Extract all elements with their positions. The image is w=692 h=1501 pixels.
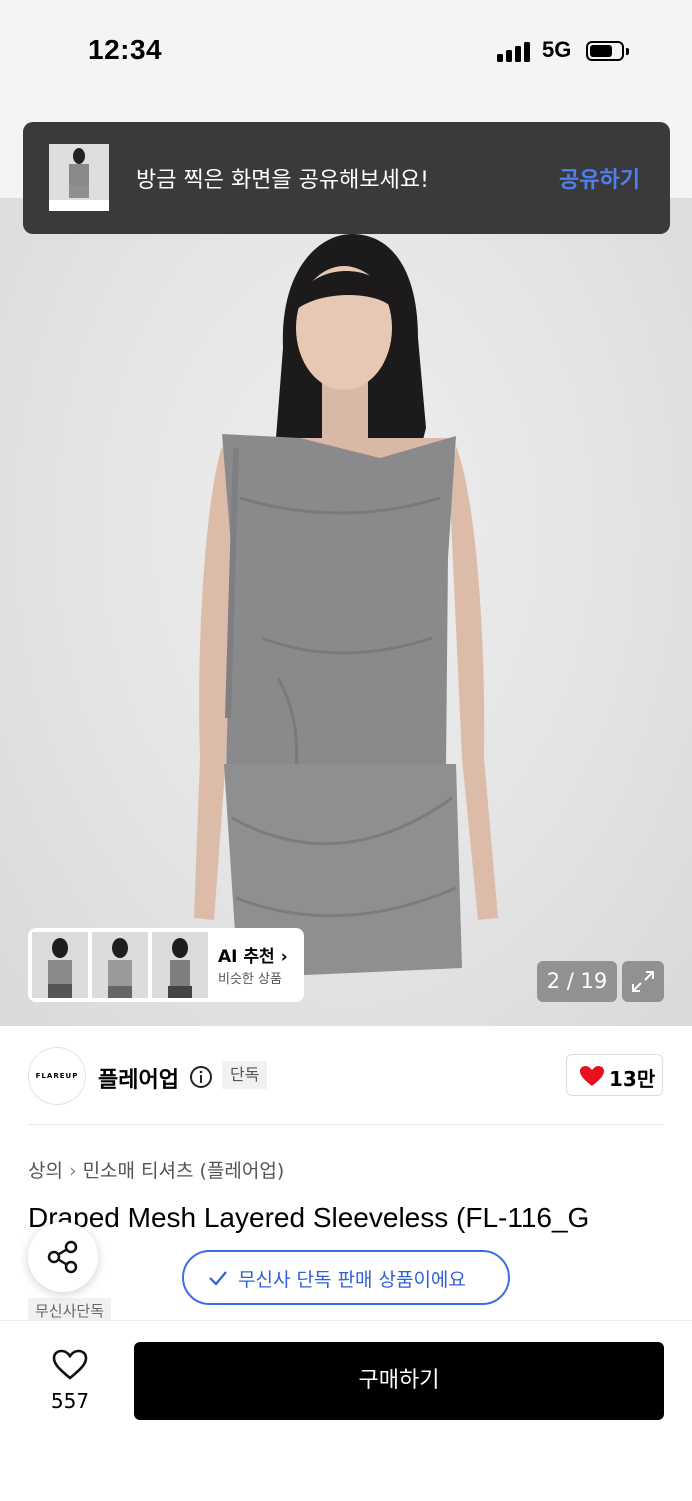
ai-recommend-subtitle: 비슷한 상품: [218, 972, 282, 987]
toast-share-button[interactable]: 공유하기: [559, 162, 640, 194]
expand-icon: [632, 971, 654, 992]
brand-name[interactable]: 플레어업: [98, 1062, 179, 1094]
brand-row: FLAREUP 플레어업 단독 13만: [0, 1026, 692, 1126]
recommend-thumb[interactable]: [32, 932, 88, 998]
info-icon[interactable]: [189, 1065, 213, 1089]
heart-outline-icon: [52, 1349, 88, 1380]
brand-logo[interactable]: FLAREUP: [28, 1047, 86, 1105]
share-icon: [47, 1240, 78, 1274]
wish-button[interactable]: 557: [38, 1345, 102, 1415]
signal-icon: [497, 42, 531, 62]
heart-filled-icon: [580, 1066, 604, 1086]
toast-message: 방금 찍은 화면을 공유해보세요!: [136, 168, 429, 193]
screenshot-thumbnail: [49, 144, 109, 211]
chevron-right-icon: ›: [68, 1160, 77, 1182]
exclusive-notice-text: 무신사 단독 판매 상품이에요: [238, 1269, 466, 1291]
breadcrumb-subcategory[interactable]: 민소매 티셔츠 (플레어업): [83, 1160, 285, 1182]
brand-like-button[interactable]: 13만: [566, 1054, 663, 1096]
buy-button[interactable]: 구매하기: [134, 1342, 664, 1420]
battery-icon: [586, 41, 629, 61]
network-label: 5G: [542, 37, 572, 62]
share-toast: 방금 찍은 화면을 공유해보세요! 공유하기: [23, 122, 670, 234]
wish-count: 557: [50, 1389, 90, 1413]
product-image[interactable]: AI 추천 › 비슷한 상품 2 / 19: [0, 198, 692, 1026]
gallery-counter: 2 / 19: [537, 961, 617, 1002]
chevron-right-icon: ›: [280, 947, 288, 967]
exclusive-tag: 무신사단독: [28, 1298, 112, 1322]
model-photo: [194, 234, 498, 978]
ai-recommend-card[interactable]: AI 추천 › 비슷한 상품: [28, 928, 304, 1002]
recommend-thumb[interactable]: [152, 932, 208, 998]
expand-button[interactable]: [622, 961, 664, 1002]
share-button[interactable]: [28, 1222, 98, 1292]
breadcrumb-category[interactable]: 상의: [28, 1160, 63, 1182]
brand-like-count: 13만: [609, 1067, 656, 1091]
recommend-thumb[interactable]: [92, 932, 148, 998]
exclusive-badge: 단독: [222, 1061, 268, 1089]
check-icon: [209, 1271, 227, 1286]
divider: [28, 1124, 664, 1125]
exclusive-notice: 무신사 단독 판매 상품이에요: [182, 1250, 510, 1305]
ai-recommend-title: AI 추천 ›: [218, 947, 288, 967]
status-time: 12:34: [88, 34, 163, 65]
bottom-bar: 557 구매하기: [0, 1320, 692, 1501]
product-title: Draped Mesh Layered Sleeveless (FL-116_G: [28, 1202, 590, 1233]
breadcrumb: 상의 › 민소매 티셔츠 (플레어업): [28, 1156, 284, 1183]
